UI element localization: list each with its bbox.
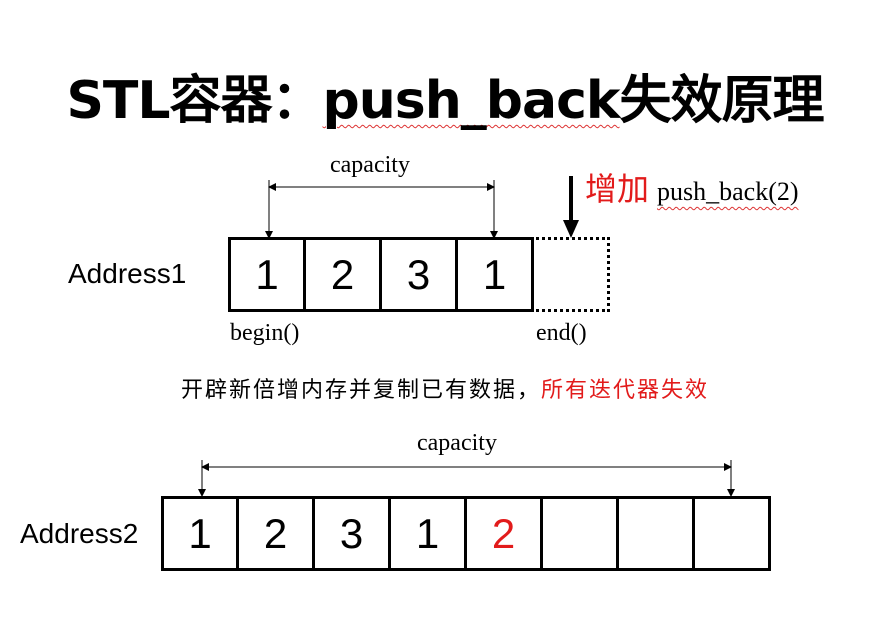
address1-cell: 2 bbox=[303, 237, 382, 312]
top-capacity-label: capacity bbox=[330, 152, 410, 178]
bottom-capacity-bracket bbox=[198, 460, 735, 497]
address2-empty-cell bbox=[692, 496, 771, 571]
address1-cell: 3 bbox=[379, 237, 458, 312]
explanation-text: 开辟新倍增内存并复制已有数据，所有迭代器失效 bbox=[0, 372, 890, 404]
address1-label: Address1 bbox=[68, 258, 187, 289]
explanation-main: 开辟新倍增内存并复制已有数据， bbox=[180, 378, 541, 403]
push-back-annotation: 增加 push_back(2) bbox=[585, 164, 799, 210]
bottom-capacity-label: capacity bbox=[417, 430, 497, 456]
address2-array: 1 2 3 1 2 bbox=[161, 496, 771, 571]
address2-cell: 2 bbox=[236, 496, 315, 571]
explanation-highlight: 所有迭代器失效 bbox=[541, 378, 710, 403]
address2-empty-cell bbox=[616, 496, 695, 571]
address2-cell: 3 bbox=[312, 496, 391, 571]
address1-reserved-cell bbox=[531, 237, 610, 312]
top-capacity-bracket bbox=[265, 180, 498, 239]
address1-cell: 1 bbox=[455, 237, 534, 312]
address2-empty-cell bbox=[540, 496, 619, 571]
address2-cell: 1 bbox=[388, 496, 467, 571]
begin-label: begin() bbox=[230, 320, 300, 346]
address2-label: Address2 bbox=[20, 518, 139, 549]
address2-new-cell: 2 bbox=[464, 496, 543, 571]
increase-word: 增加 bbox=[585, 170, 650, 208]
address1-cell: 1 bbox=[228, 237, 306, 312]
address1-array: 1 2 3 1 bbox=[228, 237, 610, 312]
push-arrow bbox=[563, 176, 579, 238]
end-label: end() bbox=[536, 320, 587, 346]
address2-cell: 1 bbox=[161, 496, 239, 571]
push-call: push_back(2) bbox=[657, 177, 799, 206]
